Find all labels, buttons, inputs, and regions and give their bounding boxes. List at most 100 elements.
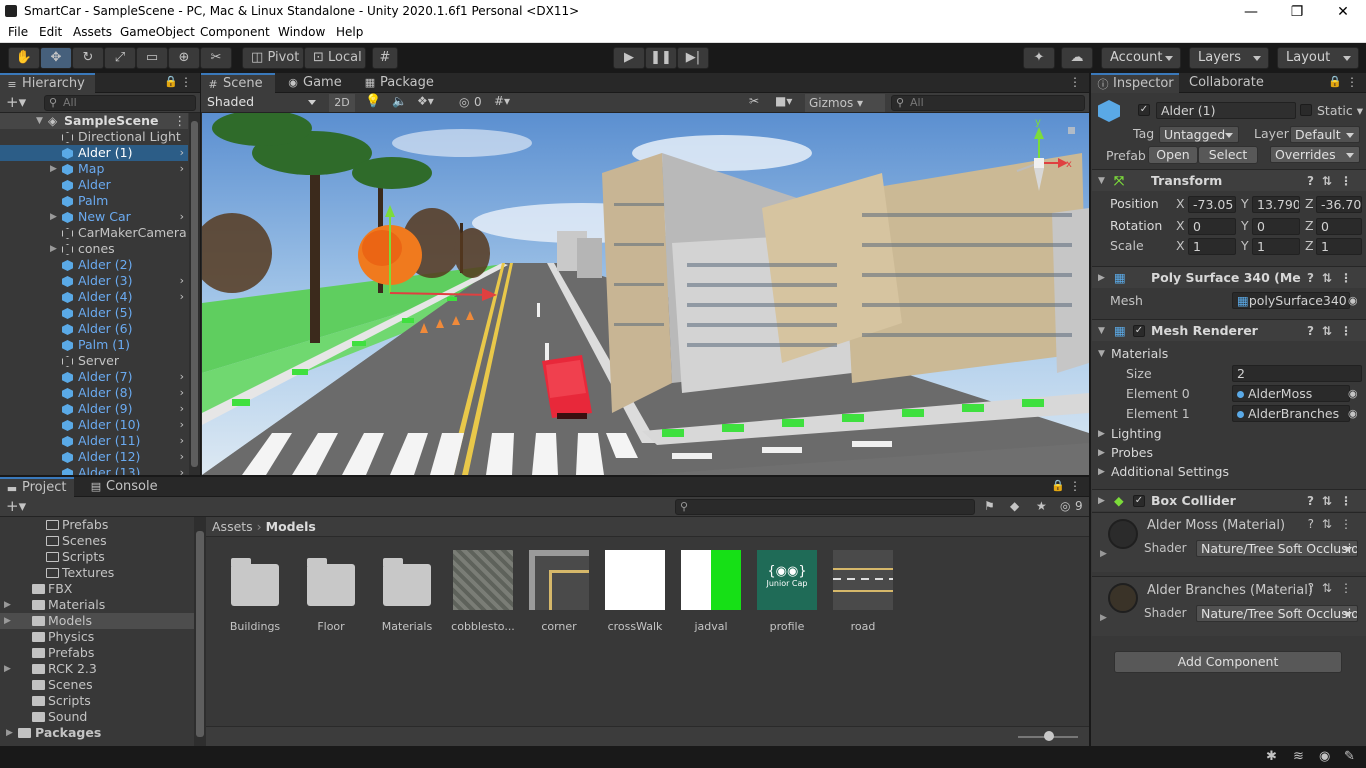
lock-icon[interactable]: 🔒 <box>1051 479 1065 492</box>
mesh-filter-header[interactable]: ▶ ▦ Poly Surface 340 (Mesh F ?⇅⋮ <box>1092 266 1366 288</box>
expand-icon[interactable]: ▶ <box>50 161 57 177</box>
tab-hierarchy[interactable]: ≡ Hierarchy <box>0 73 95 93</box>
hierarchy-row[interactable]: Alder (11) › <box>0 433 188 449</box>
expand-icon[interactable]: ▶ <box>50 209 57 225</box>
search-by-type-icon[interactable]: ⚑ <box>984 499 995 513</box>
chevron-right-icon[interactable]: › <box>180 161 184 177</box>
scene-root-row[interactable]: ▼ ◈ SampleScene ⋮ <box>0 113 188 129</box>
menu-component[interactable]: Component <box>200 25 270 39</box>
folder-tree-item[interactable]: Prefabs <box>0 517 194 533</box>
breadcrumb-models[interactable]: Models <box>266 519 316 534</box>
tab-console[interactable]: ▤ Console <box>84 477 164 497</box>
folder-tree-item[interactable]: Scripts <box>0 693 194 709</box>
hierarchy-row[interactable]: Palm <box>0 193 188 209</box>
folder-tree-item[interactable]: Scripts <box>0 549 194 565</box>
tab-project[interactable]: ▬ Project <box>0 477 74 497</box>
tab-package-manager[interactable]: ▦Package Manager <box>358 73 498 110</box>
custom-tool-icon[interactable]: ✂ <box>200 47 232 69</box>
menu-help[interactable]: Help <box>336 25 363 39</box>
cache-icon[interactable]: ≋ <box>1293 749 1304 764</box>
rotation-x-field[interactable]: 0 <box>1188 218 1236 235</box>
tab-game[interactable]: ◉ Game <box>281 73 353 93</box>
folder-tree-item[interactable]: Scenes <box>0 677 194 693</box>
chevron-right-icon[interactable]: › <box>180 145 184 161</box>
hierarchy-row[interactable]: Alder (9) › <box>0 401 188 417</box>
shader-dropdown[interactable]: Nature/Tree Soft Occlusio <box>1196 605 1358 622</box>
shading-mode-dropdown[interactable]: Shaded <box>203 94 321 111</box>
layers-dropdown[interactable]: Layers <box>1189 47 1269 69</box>
rotate-tool-icon[interactable]: ↻ <box>72 47 104 69</box>
object-picker-icon[interactable]: ◉ <box>1348 384 1358 404</box>
layout-dropdown[interactable]: Layout <box>1277 47 1359 69</box>
size-field[interactable]: 2 <box>1232 365 1362 382</box>
hierarchy-row[interactable]: Directional Light <box>0 129 188 145</box>
static-checkbox[interactable] <box>1300 104 1312 116</box>
element0-field[interactable]: AlderMoss <box>1232 385 1350 402</box>
position-y-field[interactable]: 13.7900 <box>1252 196 1300 213</box>
move-tool-icon[interactable]: ✥ <box>40 47 72 69</box>
scene-search-input[interactable]: All <box>891 95 1085 111</box>
auto-generate-lighting-icon[interactable]: ◉ <box>1319 749 1330 764</box>
probes-row[interactable]: ▶ Probes <box>1092 443 1366 463</box>
folder-tree-item[interactable]: Textures <box>0 565 194 581</box>
panel-menu-icon[interactable]: ⋮ <box>180 75 192 89</box>
object-picker-icon[interactable]: ◉ <box>1348 291 1358 311</box>
lighting-row[interactable]: ▶ Lighting <box>1092 424 1366 444</box>
component-icons[interactable]: ?⇅⋮ <box>1307 170 1360 192</box>
hierarchy-row[interactable]: ▶ Map › <box>0 161 188 177</box>
hand-tool-icon[interactable]: ✋ <box>8 47 40 69</box>
hierarchy-row[interactable]: Alder (2) <box>0 257 188 273</box>
chevron-right-icon[interactable]: › <box>180 385 184 401</box>
pivot-toggle[interactable]: ◫ Pivot <box>242 47 304 69</box>
hierarchy-row[interactable]: Alder (7) › <box>0 369 188 385</box>
expand-icon[interactable]: ▶ <box>1100 549 1107 559</box>
effects-toggle-icon[interactable]: ❖▾ <box>417 94 434 108</box>
lighting-toggle-icon[interactable]: 💡 <box>365 94 381 109</box>
add-object-button[interactable]: +▾ <box>6 93 26 111</box>
hierarchy-row[interactable]: ▶ New Car › <box>0 209 188 225</box>
scene-viewport[interactable]: y x <box>202 113 1089 475</box>
object-picker-icon[interactable]: ◉ <box>1348 404 1358 424</box>
grid-toggle-icon[interactable]: #▾ <box>494 94 510 108</box>
asset-item[interactable]: crossWalk <box>600 550 670 633</box>
tab-collaborate[interactable]: Collaborate <box>1179 73 1279 93</box>
progress-icon[interactable]: ✎ <box>1344 749 1355 764</box>
additional-settings-row[interactable]: ▶ Additional Settings <box>1092 462 1366 482</box>
chevron-right-icon[interactable]: › <box>180 209 184 225</box>
folder-tree-item[interactable]: ▶ Models <box>0 613 194 629</box>
asset-item[interactable]: corner <box>524 550 594 633</box>
component-icons[interactable]: ?⇅⋮ <box>1307 267 1360 289</box>
asset-item[interactable]: jadval <box>676 550 746 633</box>
position-x-field[interactable]: -73.05! <box>1188 196 1236 213</box>
tab-scene[interactable]: # Scene <box>201 73 275 93</box>
chevron-right-icon[interactable]: › <box>180 417 184 433</box>
grid-snap-icon[interactable]: # <box>372 47 398 69</box>
cloud-icon[interactable]: ☁ <box>1061 47 1093 69</box>
hierarchy-row[interactable]: Alder (3) › <box>0 273 188 289</box>
component-icons[interactable]: ?⇅⋮ <box>1307 320 1360 342</box>
expand-icon[interactable]: ▶ <box>4 613 11 629</box>
scrollbar-thumb[interactable] <box>191 121 198 467</box>
folder-tree-item[interactable]: Scenes <box>0 533 194 549</box>
folder-tree-item[interactable]: Sound <box>0 709 194 725</box>
expand-icon[interactable]: ▶ <box>4 661 11 677</box>
breadcrumb-assets[interactable]: Assets <box>212 519 253 534</box>
add-component-button[interactable]: Add Component <box>1114 651 1342 673</box>
minimize-button[interactable]: — <box>1228 2 1274 22</box>
asset-item[interactable]: Materials <box>372 550 442 633</box>
collab-icon[interactable]: ✦ <box>1023 47 1055 69</box>
hidden-objects-icon[interactable]: ◎ <box>459 95 469 109</box>
expand-icon[interactable]: ▶ <box>50 241 57 257</box>
account-dropdown[interactable]: Account <box>1101 47 1181 69</box>
asset-item[interactable]: {◉◉} Junior Cap profile <box>752 550 822 633</box>
project-tree-scrollbar[interactable] <box>194 517 206 746</box>
position-z-field[interactable]: -36.70: <box>1316 196 1362 213</box>
hierarchy-row[interactable]: Alder (5) <box>0 305 188 321</box>
static-dropdown[interactable]: Static ▾ <box>1317 103 1363 118</box>
scene-menu-icon[interactable]: ⋮ <box>174 113 187 129</box>
expand-icon[interactable]: ▶ <box>4 597 11 613</box>
shader-dropdown[interactable]: Nature/Tree Soft Occlusio <box>1196 540 1358 557</box>
lock-icon[interactable]: 🔒 <box>164 75 178 88</box>
hierarchy-row[interactable]: Alder (10) › <box>0 417 188 433</box>
folder-tree-item[interactable]: Prefabs <box>0 645 194 661</box>
